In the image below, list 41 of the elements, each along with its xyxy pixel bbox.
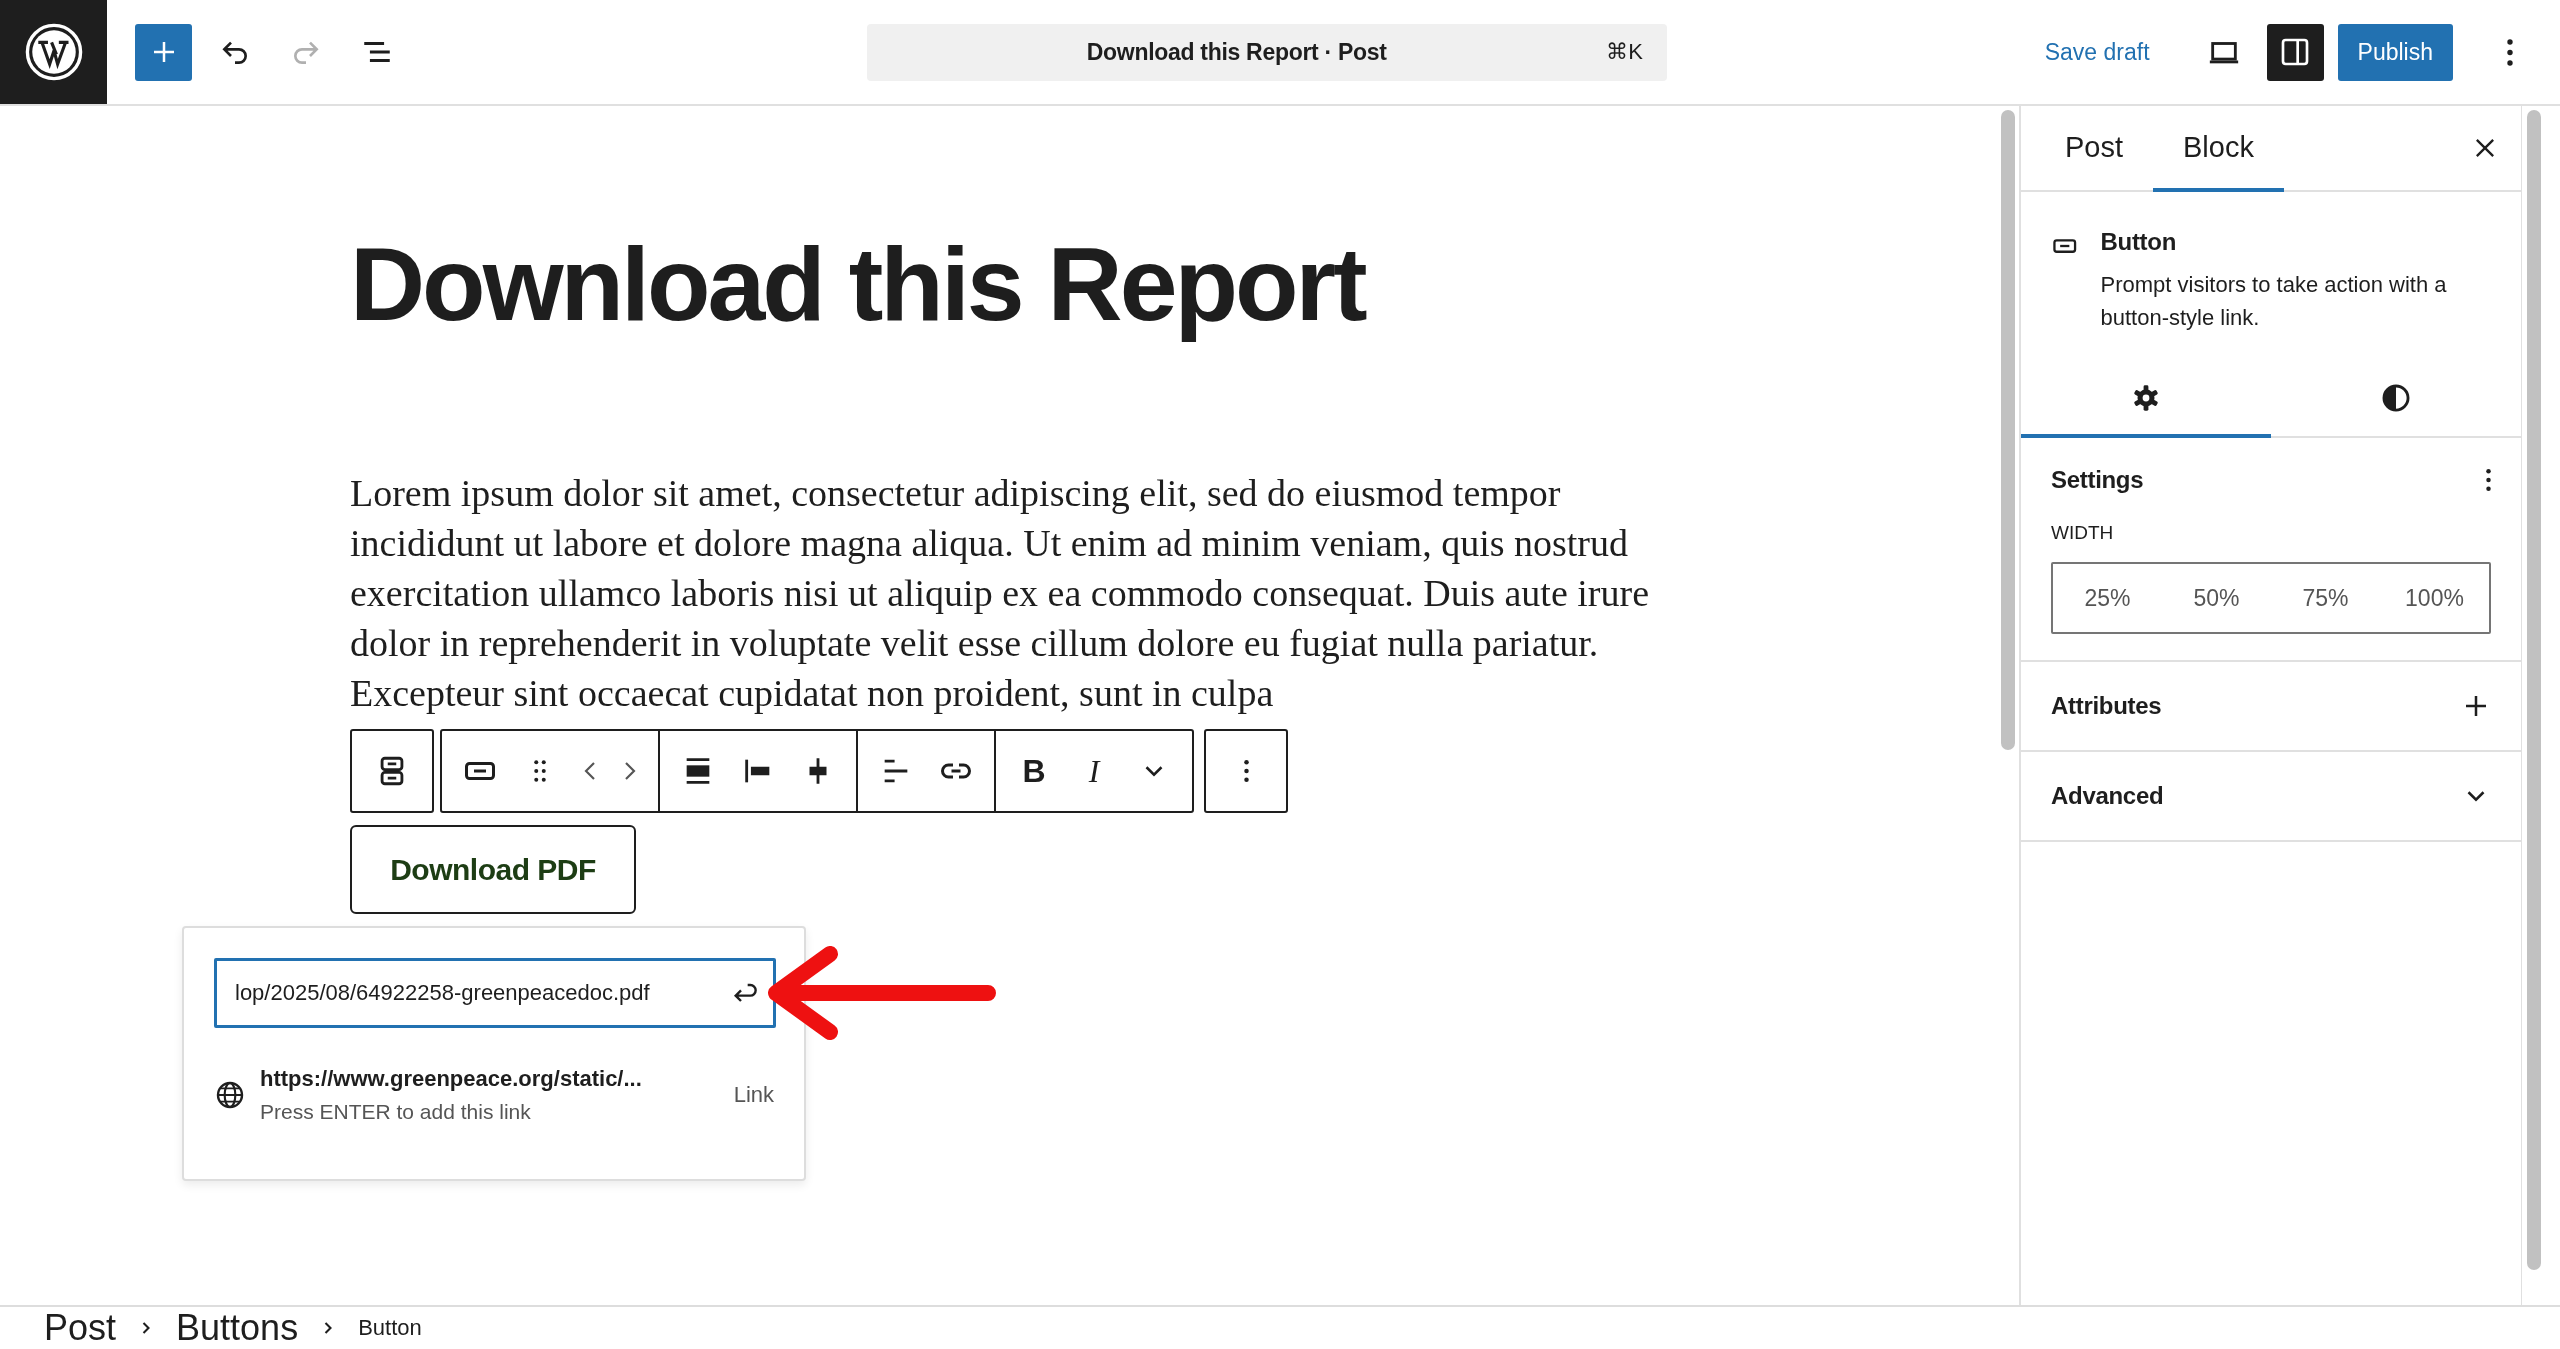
scrollbar[interactable]: [2001, 110, 2015, 750]
width-option[interactable]: 50%: [2162, 564, 2271, 632]
globe-icon: [214, 1079, 246, 1111]
section-title: Settings: [2051, 466, 2144, 494]
suggestion-type: Link: [733, 1082, 774, 1108]
document-title: Download this Report · Post: [1085, 38, 1388, 66]
breadcrumb-item[interactable]: Button: [358, 1315, 422, 1341]
panel-toggle[interactable]: Attributes: [2051, 692, 2162, 720]
breadcrumb-item[interactable]: Post: [44, 1307, 117, 1349]
italic-button[interactable]: I: [1064, 731, 1124, 811]
breadcrumb-item[interactable]: Buttons: [176, 1307, 299, 1349]
panel-toggle[interactable]: Advanced: [2051, 782, 2164, 810]
width-option[interactable]: 100%: [2380, 564, 2489, 632]
block-name: Button: [2100, 228, 2177, 256]
publish-button[interactable]: Publish: [2337, 23, 2453, 81]
section-options-button[interactable]: [2486, 468, 2491, 492]
sidebar-tab[interactable]: Post: [2035, 106, 2154, 192]
sidebar-tab[interactable]: Block: [2153, 106, 2284, 192]
wordpress-logo-icon: [24, 23, 83, 81]
block-description: Prompt visitors to take action with a button-style link.: [2100, 271, 2448, 332]
width-label: WIDTH: [2051, 522, 2115, 544]
shortcut-hint: ⌘K: [1606, 39, 1643, 65]
sidebar-toggle-button[interactable]: [2266, 23, 2324, 81]
width-option[interactable]: 25%: [2053, 564, 2162, 632]
command-palette-button[interactable]: Download this Report · Post ⌘K: [867, 23, 1667, 81]
link-suggestion-item[interactable]: https://www.greenpeace.org/static/... Press ENTER to add this link Link: [214, 1066, 774, 1124]
bold-button[interactable]: B: [1004, 731, 1064, 811]
download-button[interactable]: Download PDF: [350, 825, 636, 914]
more-options-icon: [2506, 38, 2513, 66]
add-block-button[interactable]: [135, 23, 192, 81]
paragraph-text[interactable]: Lorem ipsum dolor sit amet, consectetur adipiscing elit, sed do eiusmod tempor incididunt ut labore et dolore magna aliqua. Ut enim ad minim veniam, quis nostrud exercitation ullamco laboris nisi ut aliquip ex ea commodo consequat. Duis aute irure dolor in reprehenderit in voluptate velit esse cillum dolore eu fugiat nulla pariatur. Excepteur sint occaecat cupidatat non proident, sunt in culpa: [350, 468, 1680, 718]
scrollbar[interactable]: [2527, 110, 2541, 1270]
more-options-icon: [2486, 468, 2491, 492]
suggestion-hint: Press ENTER to add this link: [260, 1100, 532, 1124]
more-options-icon: [1243, 759, 1249, 783]
post-title[interactable]: Download this Report: [350, 218, 1365, 350]
wordpress-logo-button[interactable]: [0, 0, 107, 104]
save-draft-button[interactable]: Save draft: [2026, 38, 2168, 66]
suggestion-url: https://www.greenpeace.org/static/...: [260, 1066, 643, 1092]
width-option[interactable]: 75%: [2271, 564, 2380, 632]
url-input-field[interactable]: lop/2025/08/64922258-greenpeacedoc.pdf: [214, 958, 776, 1028]
